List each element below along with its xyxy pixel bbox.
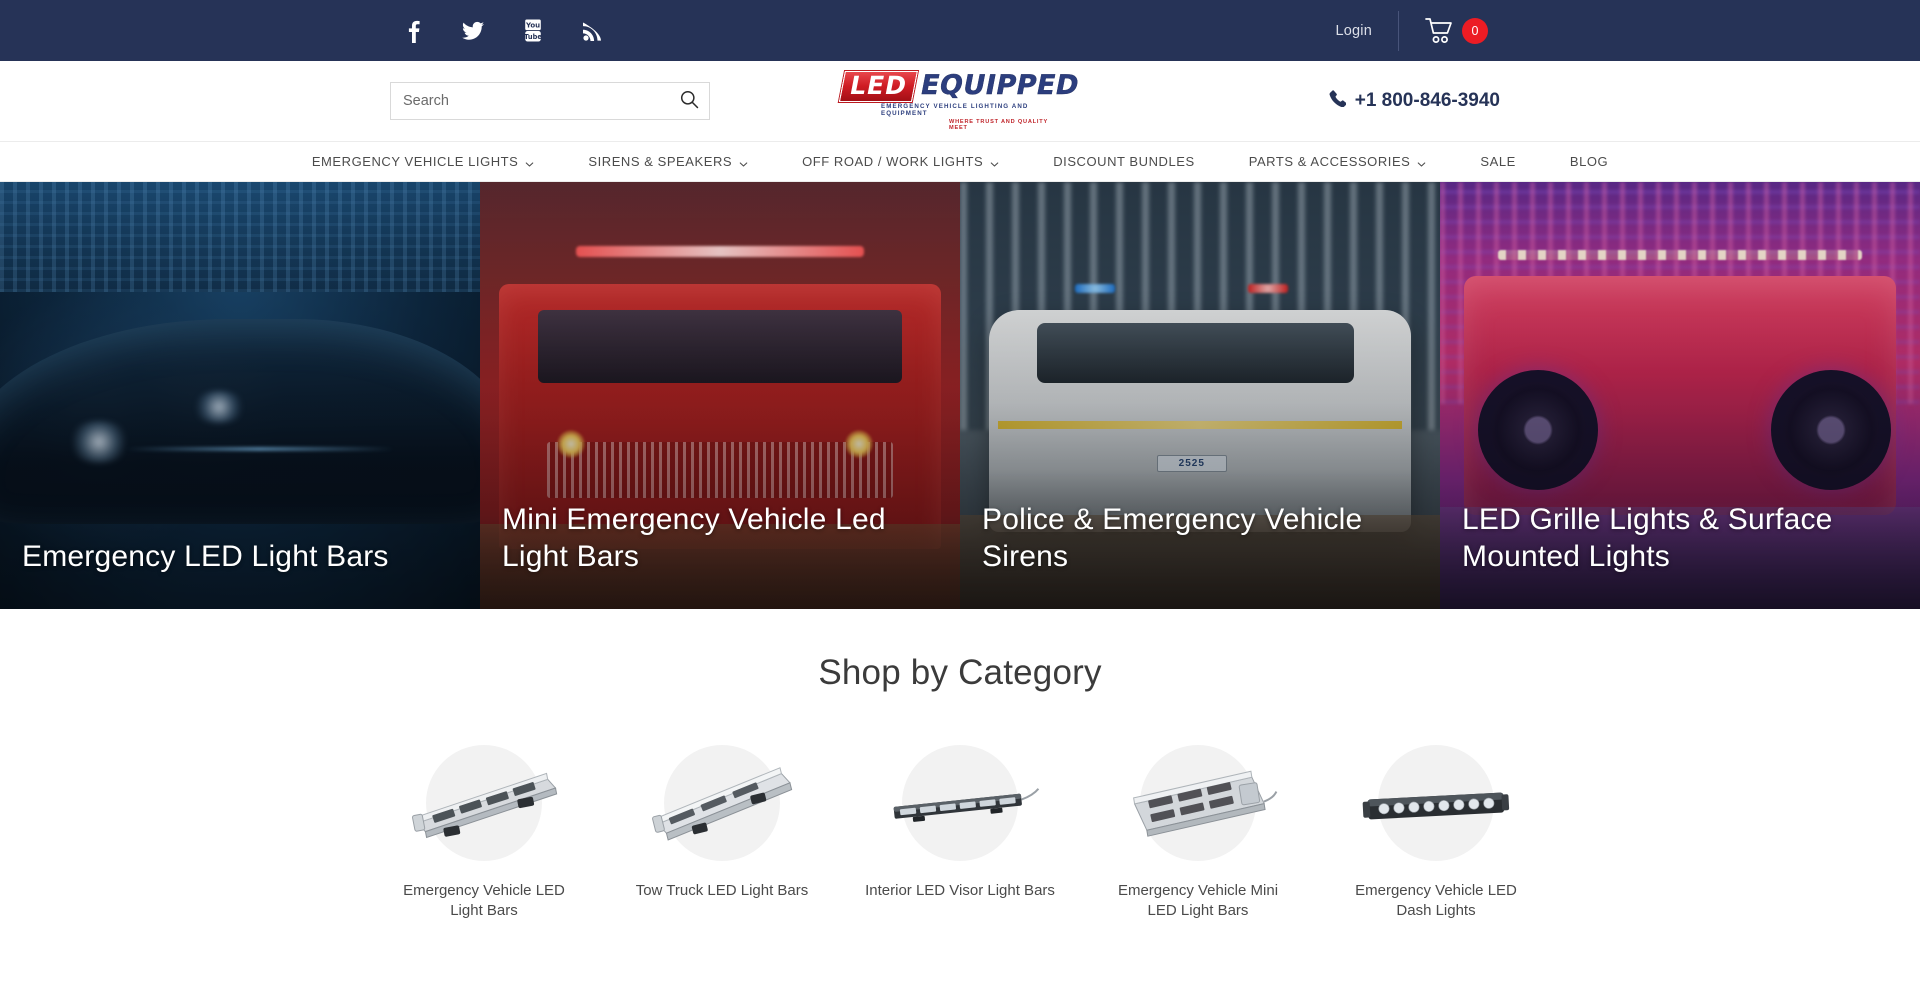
nav-item-sirens-speakers[interactable]: SIRENS & SPEAKERS (561, 142, 775, 181)
light-bar-tow-icon (651, 766, 792, 841)
logo-equipped-word: EQUIPPED (917, 70, 1082, 101)
category-label: Interior LED Visor Light Bars (865, 882, 1055, 899)
nav-item-emergency-vehicle-lights[interactable]: EMERGENCY VEHICLE LIGHTS (285, 142, 562, 181)
facebook-icon[interactable] (400, 18, 426, 44)
nav-label: OFF ROAD / WORK LIGHTS (802, 154, 984, 169)
main-navigation: EMERGENCY VEHICLE LIGHTS SIRENS & SPEAKE… (0, 141, 1920, 182)
phone-link[interactable]: +1 800-846-3940 (1329, 89, 1500, 113)
nav-item-discount-bundles[interactable]: DISCOUNT BUNDLES (1026, 142, 1221, 181)
chevron-down-icon (1417, 157, 1426, 167)
hero-tile-title: Mini Emergency Vehicle Led Light Bars (502, 503, 886, 573)
nav-label: EMERGENCY VEHICLE LIGHTS (311, 154, 519, 169)
hero-category-banner: Emergency LED Light Bars Mini Emergency … (0, 182, 1920, 609)
top-utility-bar: You Tube Login 0 (0, 0, 1920, 61)
category-card-emergency-vehicle-led-light-bars[interactable]: Emergency Vehicle LED Light Bars (365, 743, 603, 921)
shop-by-category-section: Shop by Category Emergency Vehicle LED L… (0, 609, 1920, 921)
category-thumbnail (397, 743, 572, 863)
category-label: Emergency Vehicle Mini LED Light Bars (1117, 882, 1279, 919)
social-links: You Tube (400, 18, 606, 44)
category-card-emergency-vehicle-led-dash-lights[interactable]: Emergency Vehicle LED Dash Lights (1317, 743, 1555, 921)
category-label: Emergency Vehicle LED Light Bars (403, 882, 565, 919)
nav-item-parts-accessories[interactable]: PARTS & ACCESSORIES (1222, 142, 1454, 181)
hero-tile-title: Emergency LED Light Bars (22, 540, 389, 573)
search-button[interactable] (669, 83, 709, 119)
search-input[interactable] (391, 83, 669, 119)
cart-icon (1425, 17, 1455, 44)
search-icon (680, 90, 699, 112)
site-header: LED EQUIPPED EMERGENCY VEHICLE LIGHTING … (0, 61, 1920, 141)
top-right-actions: Login 0 (1336, 0, 1488, 61)
logo-subtagline: WHERE TRUST AND QUALITY MEET (949, 119, 1048, 131)
search-box[interactable] (390, 82, 710, 120)
nav-label: BLOG (1569, 154, 1609, 169)
svg-text:Tube: Tube (524, 33, 542, 41)
chevron-down-icon (739, 157, 748, 167)
nav-item-blog[interactable]: BLOG (1543, 142, 1635, 181)
nav-item-sale[interactable]: SALE (1453, 142, 1542, 181)
cart-count-badge: 0 (1462, 17, 1488, 44)
logo-tagline: EMERGENCY VEHICLE LIGHTING AND EQUIPMENT (881, 103, 1029, 117)
hero-tile-led-grille-lights-surface-mounted-lights[interactable]: LED Grille Lights & Surface Mounted Ligh… (1440, 182, 1920, 609)
hero-tile-title: LED Grille Lights & Surface Mounted Ligh… (1462, 503, 1833, 573)
category-thumbnail (1349, 743, 1524, 863)
section-heading: Shop by Category (818, 653, 1102, 692)
hero-tile-police-emergency-vehicle-sirens[interactable]: 2525 Police & Emergency Vehicle Sirens (960, 182, 1440, 609)
hero-tile-title: Police & Emergency Vehicle Sirens (982, 503, 1363, 573)
nav-label: PARTS & ACCESSORIES (1248, 154, 1411, 169)
hero-tile-emergency-led-light-bars[interactable]: Emergency LED Light Bars (0, 182, 480, 609)
twitter-icon[interactable] (460, 18, 486, 44)
category-label: Tow Truck LED Light Bars (635, 882, 809, 899)
phone-icon (1329, 89, 1347, 113)
light-bar-large-icon (411, 772, 557, 838)
category-thumbnail (1111, 743, 1286, 863)
chevron-down-icon (525, 157, 534, 167)
site-logo[interactable]: LED EQUIPPED EMERGENCY VEHICLE LIGHTING … (838, 70, 1082, 131)
phone-number: +1 800-846-3940 (1354, 90, 1500, 111)
category-card-tow-truck-led-light-bars[interactable]: Tow Truck LED Light Bars (603, 743, 841, 921)
category-card-emergency-vehicle-mini-led-light-bars[interactable]: Emergency Vehicle Mini LED Light Bars (1079, 743, 1317, 921)
logo-led-mark: LED (838, 70, 918, 102)
login-link[interactable]: Login (1336, 23, 1398, 39)
nav-label: DISCOUNT BUNDLES (1053, 154, 1195, 169)
nav-label: SALE (1480, 154, 1516, 169)
category-card-interior-led-visor-light-bars[interactable]: Interior LED Visor Light Bars (841, 743, 1079, 921)
chevron-down-icon (990, 157, 999, 167)
cart-button[interactable]: 0 (1399, 17, 1488, 44)
nav-item-off-road-work-lights[interactable]: OFF ROAD / WORK LIGHTS (775, 142, 1026, 181)
rss-icon[interactable] (580, 18, 606, 44)
svg-text:You: You (525, 21, 540, 29)
dash-light-icon (1362, 792, 1509, 819)
visor-light-bar-icon (893, 787, 1039, 822)
hero-tile-mini-emergency-vehicle-led-light-bars[interactable]: Mini Emergency Vehicle Led Light Bars (480, 182, 960, 609)
category-grid: Emergency Vehicle LED Light Bars Tow Tru… (0, 743, 1920, 921)
nav-label: SIRENS & SPEAKERS (588, 154, 733, 169)
logo-wordmark: LED EQUIPPED (838, 70, 1082, 102)
mini-light-bar-icon (1132, 770, 1277, 837)
category-thumbnail (873, 743, 1048, 863)
category-thumbnail (635, 743, 810, 863)
youtube-icon[interactable]: You Tube (520, 18, 546, 44)
category-label: Emergency Vehicle LED Dash Lights (1355, 882, 1517, 919)
